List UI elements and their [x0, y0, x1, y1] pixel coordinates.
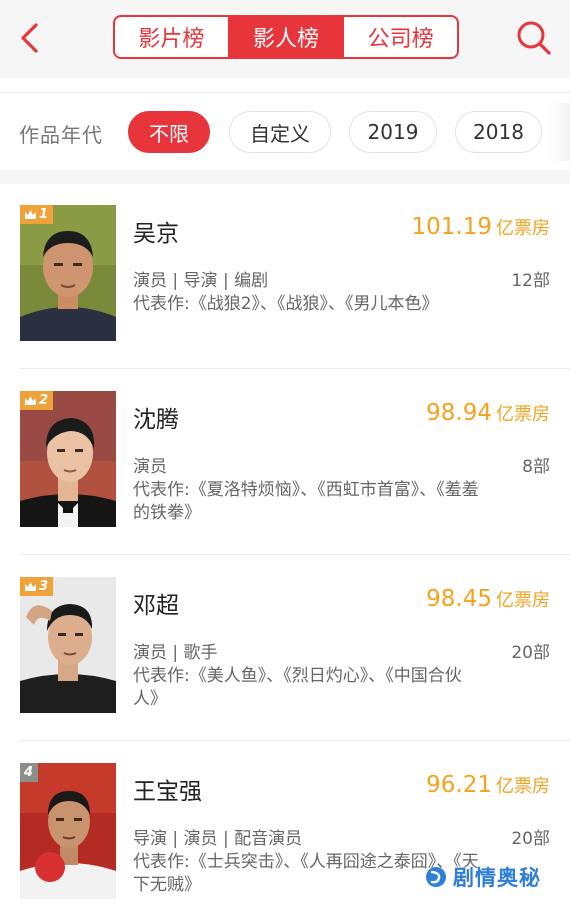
film-count: 12部	[511, 271, 550, 291]
filter-label: 作品年代	[19, 123, 103, 147]
representative-works: 代表作:《美人鱼》、《烈日灼心》、《中国合伙人》	[133, 666, 462, 709]
rank-number: 2	[39, 393, 49, 408]
tab-company-ranking[interactable]: 公司榜	[344, 17, 457, 57]
box-office-unit: 亿票房	[496, 776, 550, 797]
watermark-logo-icon	[426, 867, 446, 887]
person-name: 吴京	[133, 221, 179, 247]
scroll-fade	[546, 103, 570, 161]
box-office-value: 101.19	[411, 214, 492, 240]
filter-chip-custom[interactable]: 自定义	[229, 111, 331, 153]
tab-people-ranking[interactable]: 影人榜	[229, 17, 345, 57]
rank-badge: 2	[20, 391, 54, 410]
box-office: 98.94 亿票房	[426, 400, 550, 426]
watermark: 剧情奥秘	[425, 862, 541, 892]
avatar: 4	[20, 763, 116, 899]
rank-number: 1	[39, 207, 49, 222]
person-roles: 导演 | 演员 | 配音演员	[133, 829, 303, 849]
box-office-value: 98.94	[426, 400, 492, 426]
person-roles: 演员	[133, 457, 167, 477]
filter-chip-2019[interactable]: 2019	[349, 111, 437, 153]
box-office: 101.19 亿票房	[412, 214, 550, 240]
person-name: 沈腾	[133, 407, 179, 433]
rank-number: 4	[24, 765, 34, 780]
row-divider	[20, 554, 570, 555]
watermark-text: 剧情奥秘	[453, 866, 541, 890]
film-count: 20部	[511, 829, 550, 849]
filter-chip-2018[interactable]: 2018	[455, 111, 542, 153]
box-office-value: 96.21	[426, 772, 492, 798]
year-filter-bar: 作品年代 不限 自定义 2019 2018	[0, 92, 570, 170]
search-button[interactable]	[514, 18, 554, 58]
representative-works: 代表作:《战狼2》、《战狼》、《男儿本色》	[133, 294, 439, 314]
back-button[interactable]	[14, 20, 46, 56]
row-divider	[20, 368, 570, 369]
search-icon	[517, 21, 551, 55]
person-name: 王宝强	[133, 779, 202, 805]
list-item[interactable]: 2 沈腾 98.94 亿票房 演员 8部 代表作:《夏洛特烦恼》、《西虹市首富》…	[0, 370, 570, 555]
section-divider	[0, 170, 570, 184]
box-office: 96.21 亿票房	[426, 772, 550, 798]
rank-number: 3	[39, 579, 49, 594]
film-count: 8部	[522, 457, 550, 477]
top-nav-bar: 影片榜 影人榜 公司榜	[0, 0, 570, 78]
person-roles: 演员 | 歌手	[133, 643, 218, 663]
representative-works: 代表作:《夏洛特烦恼》、《西虹市首富》、《羞羞的铁拳》	[133, 480, 479, 523]
row-divider	[20, 740, 570, 741]
box-office-value: 98.45	[426, 586, 492, 612]
box-office-unit: 亿票房	[496, 590, 550, 611]
crown-icon	[25, 210, 36, 219]
filter-chip-unlimited[interactable]: 不限	[128, 111, 210, 153]
person-roles: 演员 | 导演 | 编剧	[133, 271, 269, 291]
film-count: 20部	[511, 643, 550, 663]
rank-badge: 3	[20, 577, 54, 596]
ranking-type-tabs: 影片榜 影人榜 公司榜	[113, 15, 459, 59]
box-office: 98.45 亿票房	[426, 586, 550, 612]
avatar: 2	[20, 391, 116, 527]
list-item[interactable]: 3 邓超 98.45 亿票房 演员 | 歌手 20部 代表作:《美人鱼》、《烈日…	[0, 556, 570, 741]
rank-badge: 1	[20, 205, 54, 224]
avatar: 3	[20, 577, 116, 713]
box-office-unit: 亿票房	[496, 404, 550, 425]
list-item[interactable]: 1 吴京 101.19 亿票房 演员 | 导演 | 编剧 12部 代表作:《战狼…	[0, 184, 570, 369]
tab-movie-ranking[interactable]: 影片榜	[115, 17, 230, 57]
person-name: 邓超	[133, 593, 179, 619]
crown-icon	[25, 396, 36, 405]
chevron-left-icon	[21, 23, 38, 53]
box-office-unit: 亿票房	[496, 218, 550, 239]
crown-icon	[25, 582, 36, 591]
rank-badge: 4	[20, 763, 39, 782]
avatar: 1	[20, 205, 116, 341]
